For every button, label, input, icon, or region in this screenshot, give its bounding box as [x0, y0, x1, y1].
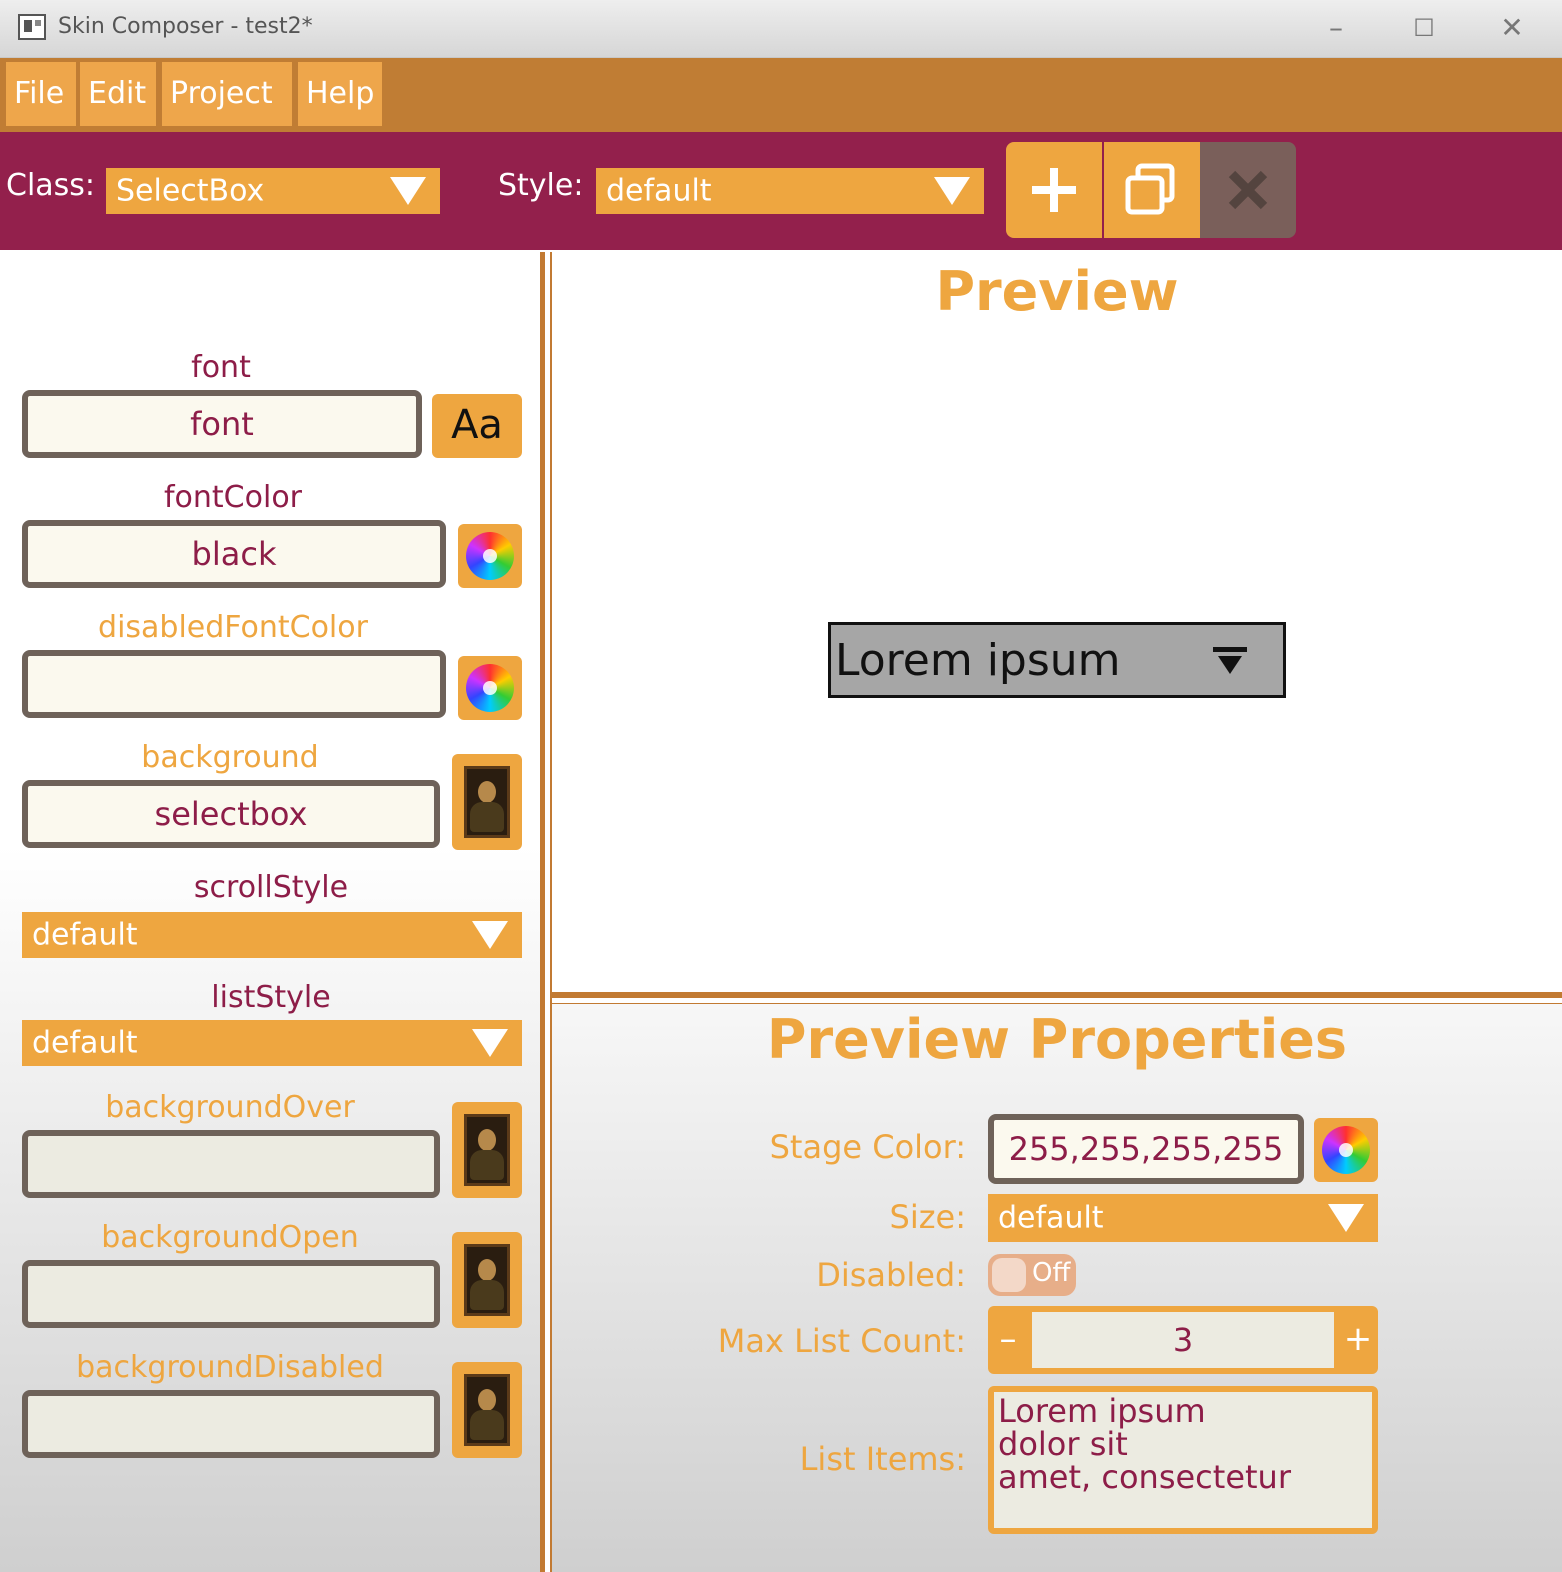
size-select[interactable]: default	[988, 1194, 1378, 1242]
stage-color-label: Stage Color:	[769, 1128, 966, 1166]
menu-file[interactable]: File	[6, 62, 76, 126]
class-select-value: SelectBox	[116, 173, 265, 209]
chevron-down-icon	[472, 921, 508, 949]
toggle-knob	[992, 1258, 1026, 1292]
title-bar: Skin Composer - test2* – ☐ ✕	[0, 0, 1562, 58]
disabled-toggle-state: Off	[1032, 1258, 1071, 1288]
minimize-button[interactable]: –	[1306, 8, 1366, 48]
chevron-down-icon	[390, 177, 426, 205]
duplicate-icon	[1125, 163, 1175, 215]
class-label: Class:	[6, 168, 96, 203]
font-color-label: fontColor	[163, 480, 303, 515]
font-color-field[interactable]: black	[22, 520, 446, 588]
disabled-toggle[interactable]: Off	[988, 1254, 1076, 1296]
scroll-style-label: scrollStyle	[193, 870, 349, 905]
preview-panel: Preview Lorem ipsum	[552, 252, 1562, 992]
stage-color-picker-button[interactable]	[1314, 1118, 1378, 1182]
background-over-label: backgroundOver	[105, 1090, 355, 1125]
class-select[interactable]: SelectBox	[106, 168, 440, 214]
preview-selectbox-text: Lorem ipsum	[835, 635, 1121, 686]
font-label: font	[191, 350, 251, 385]
background-disabled-label: backgroundDisabled	[76, 1350, 384, 1385]
chevron-down-icon	[472, 1029, 508, 1057]
background-over-field[interactable]	[22, 1130, 440, 1198]
scroll-style-value: default	[32, 917, 138, 953]
chevron-down-icon	[1328, 1204, 1364, 1232]
preview-splitter[interactable]	[552, 992, 1562, 1004]
background-label: background	[141, 740, 319, 775]
font-color-picker-button[interactable]	[458, 524, 522, 588]
font-icon: Aa	[451, 402, 503, 448]
app-icon	[18, 14, 46, 40]
image-icon	[464, 1114, 510, 1186]
size-label: Size:	[889, 1198, 966, 1236]
preview-properties-title: Preview Properties	[766, 1008, 1348, 1071]
background-field[interactable]: selectbox	[22, 780, 440, 848]
delete-style-button[interactable]	[1200, 142, 1296, 238]
style-label: Style:	[498, 168, 584, 203]
image-icon	[464, 1374, 510, 1446]
decrement-button[interactable]: –	[988, 1306, 1028, 1374]
list-items-label: List Items:	[799, 1440, 966, 1478]
background-disabled-field[interactable]	[22, 1390, 440, 1458]
preview-selectbox[interactable]: Lorem ipsum	[828, 622, 1286, 698]
font-field[interactable]: font	[22, 390, 422, 458]
panel-splitter[interactable]	[540, 252, 552, 1572]
background-open-label: backgroundOpen	[101, 1220, 359, 1255]
style-select-value: default	[606, 173, 712, 209]
disabled-font-color-field[interactable]	[22, 650, 446, 718]
size-select-value: default	[998, 1200, 1104, 1236]
background-disabled-drawable-button[interactable]	[452, 1362, 522, 1458]
style-select[interactable]: default	[596, 168, 984, 214]
max-list-count-label: Max List Count:	[717, 1322, 966, 1360]
increment-button[interactable]: +	[1338, 1306, 1378, 1374]
chevron-down-icon	[934, 177, 970, 205]
image-icon	[464, 1244, 510, 1316]
list-style-label: listStyle	[211, 980, 331, 1015]
max-list-count-field[interactable]: 3	[1032, 1312, 1334, 1368]
stage-color-field[interactable]: 255,255,255,255	[988, 1114, 1304, 1184]
background-drawable-button[interactable]	[452, 754, 522, 850]
disabled-font-color-picker-button[interactable]	[458, 656, 522, 720]
list-items-textarea[interactable]: Lorem ipsum dolor sit amet, consectetur	[988, 1386, 1378, 1534]
background-over-drawable-button[interactable]	[452, 1102, 522, 1198]
style-properties-panel: font font Aa fontColor black disabledFon…	[0, 252, 540, 1572]
toolbar: Class: SelectBox Style: default	[0, 132, 1562, 250]
new-style-button[interactable]	[1006, 142, 1102, 238]
menu-project[interactable]: Project	[162, 62, 292, 126]
close-window-button[interactable]: ✕	[1482, 8, 1542, 48]
preview-properties-panel: Preview Properties Stage Color: 255,255,…	[552, 1004, 1562, 1572]
color-wheel-icon	[466, 532, 514, 580]
image-icon	[464, 766, 510, 838]
maximize-button[interactable]: ☐	[1394, 8, 1454, 48]
preview-title: Preview	[935, 260, 1179, 323]
scroll-style-select[interactable]: default	[22, 912, 522, 958]
background-open-drawable-button[interactable]	[452, 1232, 522, 1328]
color-wheel-icon	[466, 664, 514, 712]
duplicate-style-button[interactable]	[1104, 142, 1200, 238]
background-open-field[interactable]	[22, 1260, 440, 1328]
dropdown-arrow-icon	[1213, 647, 1247, 677]
menu-bar: File Edit Project Help	[0, 58, 1562, 132]
max-list-count-stepper: – 3 +	[988, 1306, 1378, 1374]
list-item: amet, consectetur	[998, 1458, 1291, 1496]
font-picker-button[interactable]: Aa	[432, 394, 522, 458]
disabled-font-color-label: disabledFontColor	[98, 610, 368, 645]
color-wheel-icon	[1322, 1126, 1370, 1174]
window-title: Skin Composer - test2*	[58, 14, 313, 39]
list-style-select[interactable]: default	[22, 1020, 522, 1066]
menu-help[interactable]: Help	[298, 62, 382, 126]
list-style-value: default	[32, 1025, 138, 1061]
close-icon	[1228, 170, 1268, 210]
disabled-label: Disabled:	[816, 1256, 966, 1294]
menu-edit[interactable]: Edit	[80, 62, 156, 126]
